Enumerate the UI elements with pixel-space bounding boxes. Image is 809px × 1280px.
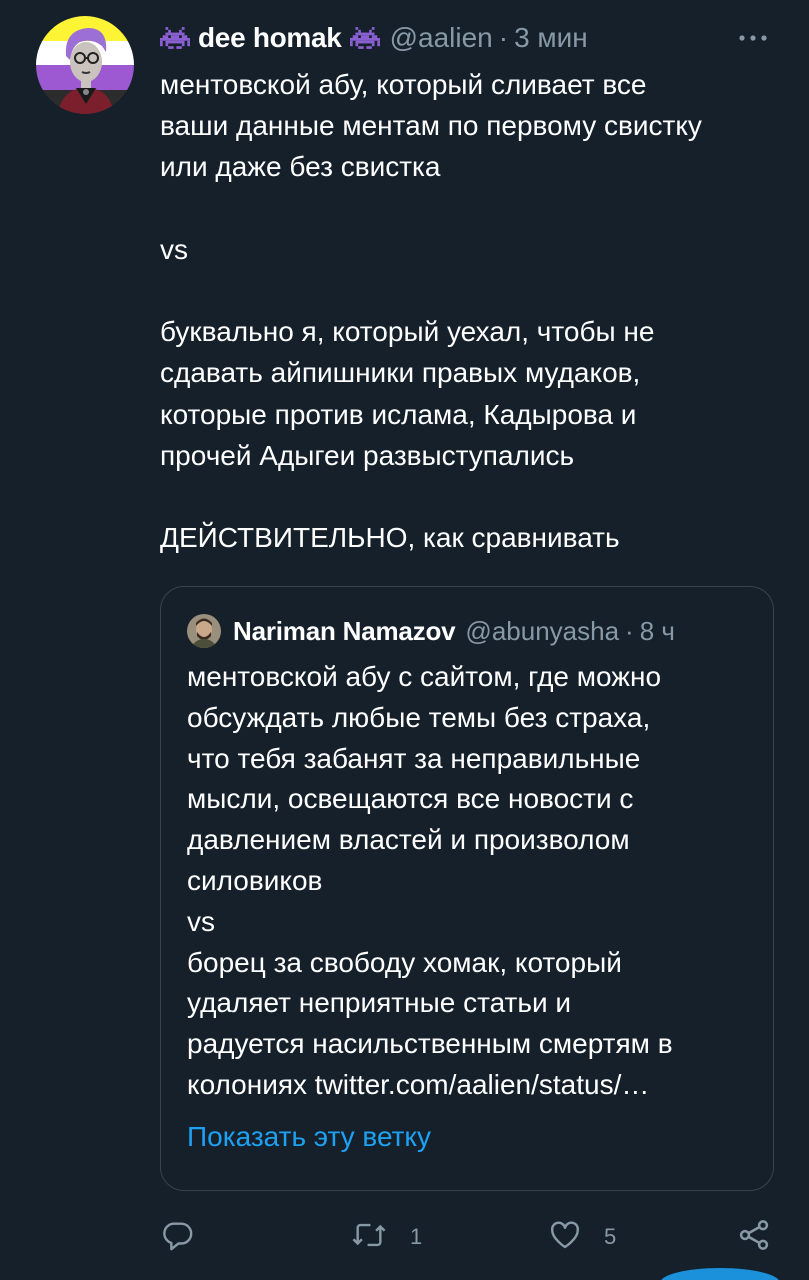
tweet-timestamp[interactable]: 3 мин xyxy=(514,22,588,54)
tweet-line: сдавать айпишники правых мудаков, xyxy=(160,357,641,389)
quoted-line: удаляет неприятные статьи и xyxy=(187,987,572,1019)
quoted-tweet-header: Nariman Namazov @abunyasha · 8 ч xyxy=(187,613,753,649)
quoted-line: колониях twitter.com/aalien/status/… xyxy=(187,1068,650,1100)
author-avatar[interactable] xyxy=(36,16,134,114)
tweet-line: которые против ислама, Кадырова и xyxy=(160,398,637,430)
alien-monster-icon xyxy=(349,26,380,50)
more-options-icon[interactable] xyxy=(733,20,773,56)
tweet-header: dee homak @aalien · 3 мин xyxy=(160,20,779,56)
quoted-line: обсуждать любые темы без страха, xyxy=(187,701,651,733)
tweet-line: буквально я, который уехал, чтобы не xyxy=(160,316,655,348)
action-bar: 1 5 xyxy=(160,1214,780,1260)
share-button[interactable] xyxy=(736,1214,772,1260)
tweet-line: ДЕЙСТВИТЕЛЬНО, как сравнивать xyxy=(160,522,620,554)
quoted-line: vs xyxy=(187,905,215,937)
quoted-line: борец за свободу хомак, который xyxy=(187,946,622,978)
like-button[interactable]: 5 xyxy=(548,1214,616,1260)
separator-dot: · xyxy=(498,22,509,53)
retweet-count: 1 xyxy=(410,1224,423,1249)
tweet-line: прочей Адыгеи развыступались xyxy=(160,439,575,471)
separator-dot: · xyxy=(625,615,634,646)
author-handle[interactable]: @aalien xyxy=(390,22,493,54)
quoted-author-handle[interactable]: @abunyasha xyxy=(465,616,619,647)
quoted-author-display-name[interactable]: Nariman Namazov xyxy=(233,616,456,647)
quoted-line: что тебя забанят за неправильные xyxy=(187,742,641,774)
quoted-line: радуется насильственным смертям в xyxy=(187,1028,673,1060)
tweet[interactable]: dee homak @aalien · 3 мин ментовской абу… xyxy=(0,0,809,1280)
quoted-tweet-timestamp[interactable]: 8 ч xyxy=(640,616,675,647)
tweet-line: vs xyxy=(160,233,188,265)
quoted-line: мысли, освещаются все новости с xyxy=(187,783,634,815)
compose-button-edge[interactable] xyxy=(660,1268,780,1280)
quoted-line: силовиков xyxy=(187,864,323,896)
reply-icon xyxy=(160,1218,194,1257)
tweet-line: ментовской абу, который сливает все xyxy=(160,69,647,100)
author-display-name[interactable]: dee homak xyxy=(198,22,342,54)
retweet-icon xyxy=(350,1218,388,1257)
retweet-button[interactable]: 1 xyxy=(350,1214,422,1260)
quoted-line: давлением властей и произволом xyxy=(187,824,630,856)
alien-monster-icon xyxy=(160,26,190,50)
reply-button[interactable] xyxy=(160,1214,216,1260)
quoted-author-avatar[interactable] xyxy=(187,614,221,648)
heart-icon xyxy=(548,1218,582,1257)
quoted-line: ментовской абу с сайтом, где можно xyxy=(187,661,662,692)
share-icon xyxy=(736,1217,772,1258)
like-count: 5 xyxy=(604,1224,617,1249)
tweet-line: или даже без свистка xyxy=(160,151,441,183)
tweet-text: ментовской абу, который сливает все ваши… xyxy=(160,64,790,558)
avatar-image xyxy=(36,16,134,114)
show-thread-link[interactable]: Показать эту ветку xyxy=(187,1121,431,1153)
tweet-line: ваши данные ментам по первому свистку xyxy=(160,110,702,142)
quoted-tweet-text: ментовской абу с сайтом, где можно обсуж… xyxy=(187,657,757,1106)
quoted-tweet[interactable]: Nariman Namazov @abunyasha · 8 ч ментовс… xyxy=(160,586,774,1191)
